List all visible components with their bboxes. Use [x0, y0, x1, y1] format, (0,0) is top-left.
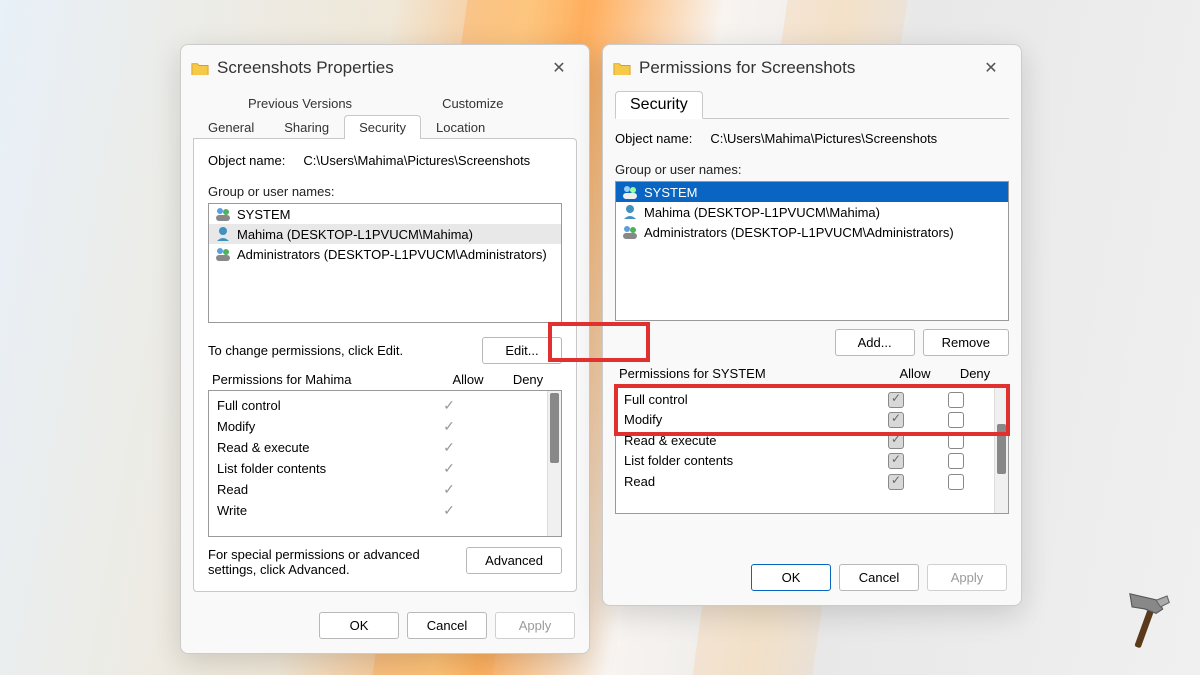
tab-location[interactable]: Location	[421, 115, 500, 139]
ok-button[interactable]: OK	[319, 612, 399, 639]
group-users-label: Group or user names:	[615, 162, 1009, 177]
users-listbox[interactable]: SYSTEM Mahima (DESKTOP-L1PVUCM\Mahima) A…	[615, 181, 1009, 321]
users-listbox[interactable]: SYSTEM Mahima (DESKTOP-L1PVUCM\Mahima) A…	[208, 203, 562, 323]
group-users-label: Group or user names:	[208, 184, 562, 199]
deny-column-header: Deny	[498, 372, 558, 387]
tab-security[interactable]: Security	[615, 91, 703, 119]
permission-row: Read	[616, 471, 994, 492]
tab-sharing[interactable]: Sharing	[269, 115, 344, 139]
list-item[interactable]: SYSTEM	[209, 204, 561, 224]
dialog-title: Permissions for Screenshots	[639, 58, 963, 78]
list-item[interactable]: SYSTEM	[616, 182, 1008, 202]
object-name-label: Object name:	[615, 131, 692, 146]
permissions-listbox: Full control✓ Modify✓ Read & execute✓ Li…	[208, 390, 562, 537]
object-name-label: Object name:	[208, 153, 285, 168]
list-item[interactable]: Mahima (DESKTOP-L1PVUCM\Mahima)	[209, 224, 561, 244]
tab-customize[interactable]: Customize	[427, 91, 518, 115]
hammer-icon	[1108, 585, 1178, 655]
permission-row: List folder contents	[616, 451, 994, 472]
security-tab-pane: Object name: C:\Users\Mahima\Pictures\Sc…	[193, 138, 577, 592]
allow-check-icon: ✓	[419, 481, 479, 498]
deny-checkbox[interactable]	[948, 474, 964, 490]
cancel-button[interactable]: Cancel	[407, 612, 487, 639]
permissions-for-label: Permissions for Mahima	[212, 372, 438, 387]
highlight-full-control-row	[614, 384, 1010, 436]
allow-check-icon: ✓	[419, 439, 479, 456]
allow-checkbox[interactable]	[888, 453, 904, 469]
dialog-title: Screenshots Properties	[217, 58, 531, 78]
permission-row: Read✓	[209, 479, 547, 500]
list-item-label: Administrators (DESKTOP-L1PVUCM\Administ…	[644, 225, 954, 240]
folder-icon	[613, 61, 631, 75]
list-item[interactable]: Administrators (DESKTOP-L1PVUCM\Administ…	[209, 244, 561, 264]
object-name-value: C:\Users\Mahima\Pictures\Screenshots	[710, 131, 937, 146]
list-item[interactable]: Mahima (DESKTOP-L1PVUCM\Mahima)	[616, 202, 1008, 222]
deny-checkbox[interactable]	[948, 453, 964, 469]
tab-previous-versions[interactable]: Previous Versions	[233, 91, 367, 115]
list-item-label: Mahima (DESKTOP-L1PVUCM\Mahima)	[237, 227, 473, 242]
permission-row: Modify✓	[209, 416, 547, 437]
remove-button[interactable]: Remove	[923, 329, 1009, 356]
properties-dialog: Screenshots Properties ✕ Previous Versio…	[180, 44, 590, 654]
list-item-label: Mahima (DESKTOP-L1PVUCM\Mahima)	[644, 205, 880, 220]
list-item-label: SYSTEM	[644, 185, 697, 200]
tab-strip: Previous Versions Customize General Shar…	[193, 91, 577, 139]
change-permissions-hint: To change permissions, click Edit.	[208, 343, 403, 358]
user-icon	[622, 204, 638, 220]
users-icon	[215, 206, 231, 222]
close-button[interactable]: ✕	[539, 58, 579, 78]
allow-check-icon: ✓	[419, 460, 479, 477]
list-item-label: Administrators (DESKTOP-L1PVUCM\Administ…	[237, 247, 547, 262]
highlight-edit-button	[548, 322, 650, 362]
scrollbar-thumb[interactable]	[550, 393, 559, 463]
allow-check-icon: ✓	[419, 397, 479, 414]
allow-checkbox[interactable]	[888, 474, 904, 490]
tab-general[interactable]: General	[193, 115, 269, 139]
allow-column-header: Allow	[438, 372, 498, 387]
permission-row: List folder contents✓	[209, 458, 547, 479]
add-button[interactable]: Add...	[835, 329, 915, 356]
permission-row: Read & execute✓	[209, 437, 547, 458]
tab-security[interactable]: Security	[344, 115, 421, 139]
users-icon	[622, 184, 638, 200]
advanced-button[interactable]: Advanced	[466, 547, 562, 574]
apply-button[interactable]: Apply	[927, 564, 1007, 591]
allow-check-icon: ✓	[419, 502, 479, 519]
permission-row: Full control✓	[209, 395, 547, 416]
cancel-button[interactable]: Cancel	[839, 564, 919, 591]
allow-check-icon: ✓	[419, 418, 479, 435]
list-item[interactable]: Administrators (DESKTOP-L1PVUCM\Administ…	[616, 222, 1008, 242]
scrollbar[interactable]	[547, 391, 561, 536]
object-name-value: C:\Users\Mahima\Pictures\Screenshots	[303, 153, 530, 168]
user-icon	[215, 226, 231, 242]
users-icon	[215, 246, 231, 262]
users-icon	[622, 224, 638, 240]
permissions-for-label: Permissions for SYSTEM	[619, 366, 885, 381]
permissions-dialog: Permissions for Screenshots ✕ Security O…	[602, 44, 1022, 606]
titlebar: Permissions for Screenshots ✕	[603, 45, 1021, 85]
deny-column-header: Deny	[945, 366, 1005, 381]
ok-button[interactable]: OK	[751, 564, 831, 591]
folder-icon	[191, 61, 209, 75]
list-item-label: SYSTEM	[237, 207, 290, 222]
apply-button[interactable]: Apply	[495, 612, 575, 639]
allow-column-header: Allow	[885, 366, 945, 381]
titlebar: Screenshots Properties ✕	[181, 45, 589, 85]
close-button[interactable]: ✕	[971, 58, 1011, 78]
permission-row: Write✓	[209, 500, 547, 521]
advanced-hint: For special permissions or advanced sett…	[208, 547, 448, 577]
